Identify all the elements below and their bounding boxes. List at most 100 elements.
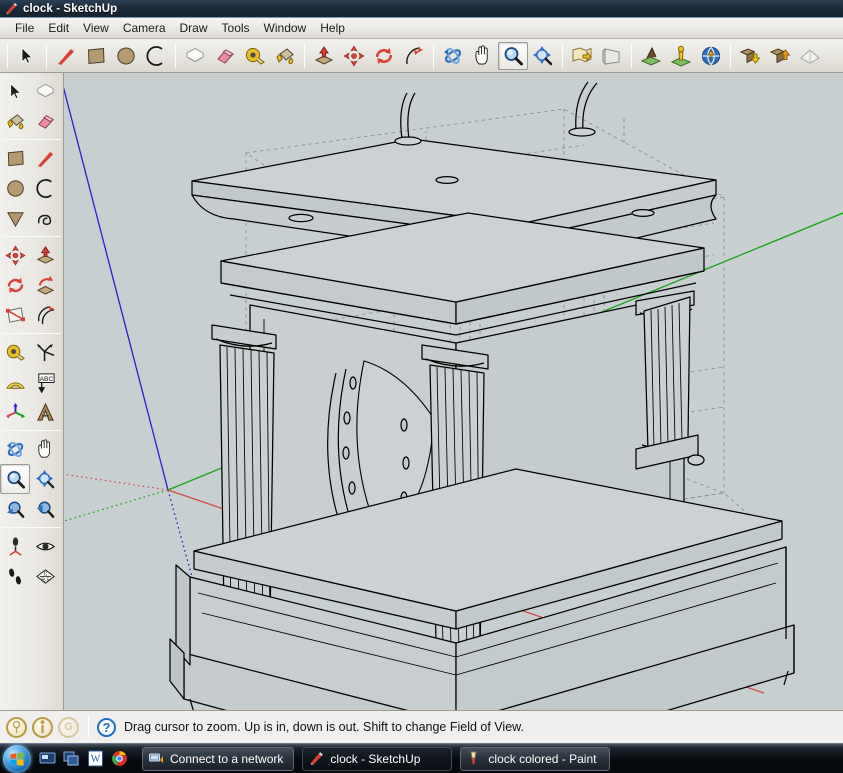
toolbar-separator bbox=[7, 44, 8, 68]
rotate-tool[interactable] bbox=[0, 270, 30, 300]
dimension-tool[interactable] bbox=[30, 337, 60, 367]
follow-me-tool[interactable] bbox=[399, 42, 429, 70]
move-tool[interactable] bbox=[339, 42, 369, 70]
pan-tool[interactable] bbox=[468, 42, 498, 70]
freehand-tool[interactable] bbox=[30, 203, 60, 233]
taskbar-item-label: Connect to a network bbox=[170, 752, 283, 766]
share-component-button[interactable] bbox=[765, 42, 795, 70]
follow-me-tool[interactable] bbox=[30, 270, 60, 300]
walk-tool[interactable] bbox=[0, 561, 30, 591]
zoom-tool[interactable] bbox=[0, 464, 30, 494]
photo-texture-button[interactable] bbox=[597, 42, 627, 70]
arc-tool[interactable] bbox=[141, 42, 171, 70]
menu-tools[interactable]: Tools bbox=[215, 19, 257, 37]
windows-taskbar: W Connect to a network clock - SketchUp … bbox=[0, 743, 843, 773]
menu-view[interactable]: View bbox=[76, 19, 116, 37]
geo-location-icon[interactable] bbox=[6, 717, 27, 738]
tape-measure-tool[interactable] bbox=[240, 42, 270, 70]
section-plane-tool[interactable]: CR-5 bbox=[30, 561, 60, 591]
circle-tool[interactable] bbox=[0, 173, 30, 203]
taskbar-item-label: clock colored - Paint bbox=[488, 752, 596, 766]
word-icon[interactable]: W bbox=[87, 750, 104, 767]
menu-camera[interactable]: Camera bbox=[116, 19, 173, 37]
orbit-tool[interactable] bbox=[0, 434, 30, 464]
start-button[interactable] bbox=[3, 745, 31, 773]
tape-measure-tool[interactable] bbox=[0, 337, 30, 367]
taskbar-item-sketchup[interactable]: clock - SketchUp bbox=[302, 747, 452, 771]
eraser-tool[interactable] bbox=[210, 42, 240, 70]
text-tool[interactable]: ABC bbox=[30, 367, 60, 397]
select-tool[interactable] bbox=[0, 76, 30, 106]
make-component-tool[interactable] bbox=[180, 42, 210, 70]
title-bar: clock - SketchUp bbox=[0, 0, 843, 18]
status-message: Drag cursor to zoom. Up is in, down is o… bbox=[124, 720, 524, 734]
toolbar-separator bbox=[2, 430, 61, 431]
get-models-button[interactable] bbox=[735, 42, 765, 70]
taskbar-item-network[interactable]: Connect to a network bbox=[142, 747, 294, 771]
scale-tool[interactable] bbox=[0, 300, 30, 330]
paint-bucket-tool[interactable] bbox=[0, 106, 30, 136]
top-toolbar bbox=[0, 39, 843, 73]
rotate-tool[interactable] bbox=[369, 42, 399, 70]
show-desktop-icon[interactable] bbox=[39, 750, 56, 767]
svg-text:R-5: R-5 bbox=[41, 577, 49, 583]
select-tool[interactable] bbox=[12, 42, 42, 70]
rectangle-tool[interactable] bbox=[0, 143, 30, 173]
toolbar-separator bbox=[2, 236, 61, 237]
make-component-tool[interactable] bbox=[30, 76, 60, 106]
previous-view-tool[interactable] bbox=[30, 494, 60, 524]
help-icon[interactable]: ? bbox=[97, 718, 116, 737]
line-tool[interactable] bbox=[51, 42, 81, 70]
menu-file[interactable]: File bbox=[8, 19, 41, 37]
toolbar-separator bbox=[46, 44, 47, 68]
protractor-tool[interactable] bbox=[0, 367, 30, 397]
menu-edit[interactable]: Edit bbox=[41, 19, 76, 37]
pan-tool[interactable] bbox=[30, 434, 60, 464]
chrome-icon[interactable] bbox=[111, 750, 128, 767]
sketchup-application-window: clock - SketchUp File Edit View Camera D… bbox=[0, 0, 843, 773]
geo-person-icon[interactable] bbox=[32, 717, 53, 738]
polygon-tool[interactable] bbox=[0, 203, 30, 233]
paint-icon bbox=[467, 751, 482, 766]
taskbar-item-label: clock - SketchUp bbox=[330, 752, 420, 766]
zoom-extents-tool[interactable] bbox=[528, 42, 558, 70]
model-info-button[interactable] bbox=[795, 42, 825, 70]
toolbar-separator bbox=[2, 139, 61, 140]
position-camera-tool[interactable] bbox=[0, 531, 30, 561]
look-around-tool[interactable] bbox=[30, 531, 60, 561]
svg-text:W: W bbox=[91, 754, 101, 765]
share-model-button[interactable] bbox=[696, 42, 726, 70]
zoom-tool[interactable] bbox=[498, 42, 528, 70]
menu-window[interactable]: Window bbox=[257, 19, 314, 37]
rectangle-tool[interactable] bbox=[81, 42, 111, 70]
paint-bucket-tool[interactable] bbox=[270, 42, 300, 70]
status-bar: G ? Drag cursor to zoom. Up is in, down … bbox=[0, 710, 843, 743]
zoom-extents-tool[interactable] bbox=[30, 464, 60, 494]
orbit-tool[interactable] bbox=[438, 42, 468, 70]
eraser-tool[interactable] bbox=[30, 106, 60, 136]
line-tool[interactable] bbox=[30, 143, 60, 173]
place-model-button[interactable] bbox=[666, 42, 696, 70]
geo-google-icon[interactable]: G bbox=[58, 717, 79, 738]
arc-tool[interactable] bbox=[30, 173, 60, 203]
large-tool-set-toolbar: ABC bbox=[0, 73, 64, 710]
menu-help[interactable]: Help bbox=[313, 19, 352, 37]
offset-tool[interactable] bbox=[30, 300, 60, 330]
taskbar-item-paint[interactable]: clock colored - Paint bbox=[460, 747, 610, 771]
flip-3d-icon[interactable] bbox=[63, 750, 80, 767]
toolbar-separator bbox=[433, 44, 434, 68]
toolbar-separator bbox=[631, 44, 632, 68]
zoom-window-tool[interactable] bbox=[0, 494, 30, 524]
add-location-button[interactable] bbox=[567, 42, 597, 70]
axes-tool[interactable] bbox=[0, 397, 30, 427]
move-tool[interactable] bbox=[0, 240, 30, 270]
toggle-terrain-button[interactable] bbox=[636, 42, 666, 70]
model-viewport[interactable] bbox=[64, 73, 843, 710]
push-pull-tool[interactable] bbox=[30, 240, 60, 270]
three-d-text-tool[interactable] bbox=[30, 397, 60, 427]
circle-tool[interactable] bbox=[111, 42, 141, 70]
push-pull-tool[interactable] bbox=[309, 42, 339, 70]
menu-draw[interactable]: Draw bbox=[173, 19, 215, 37]
window-title: clock - SketchUp bbox=[23, 3, 117, 15]
network-icon bbox=[149, 751, 164, 766]
